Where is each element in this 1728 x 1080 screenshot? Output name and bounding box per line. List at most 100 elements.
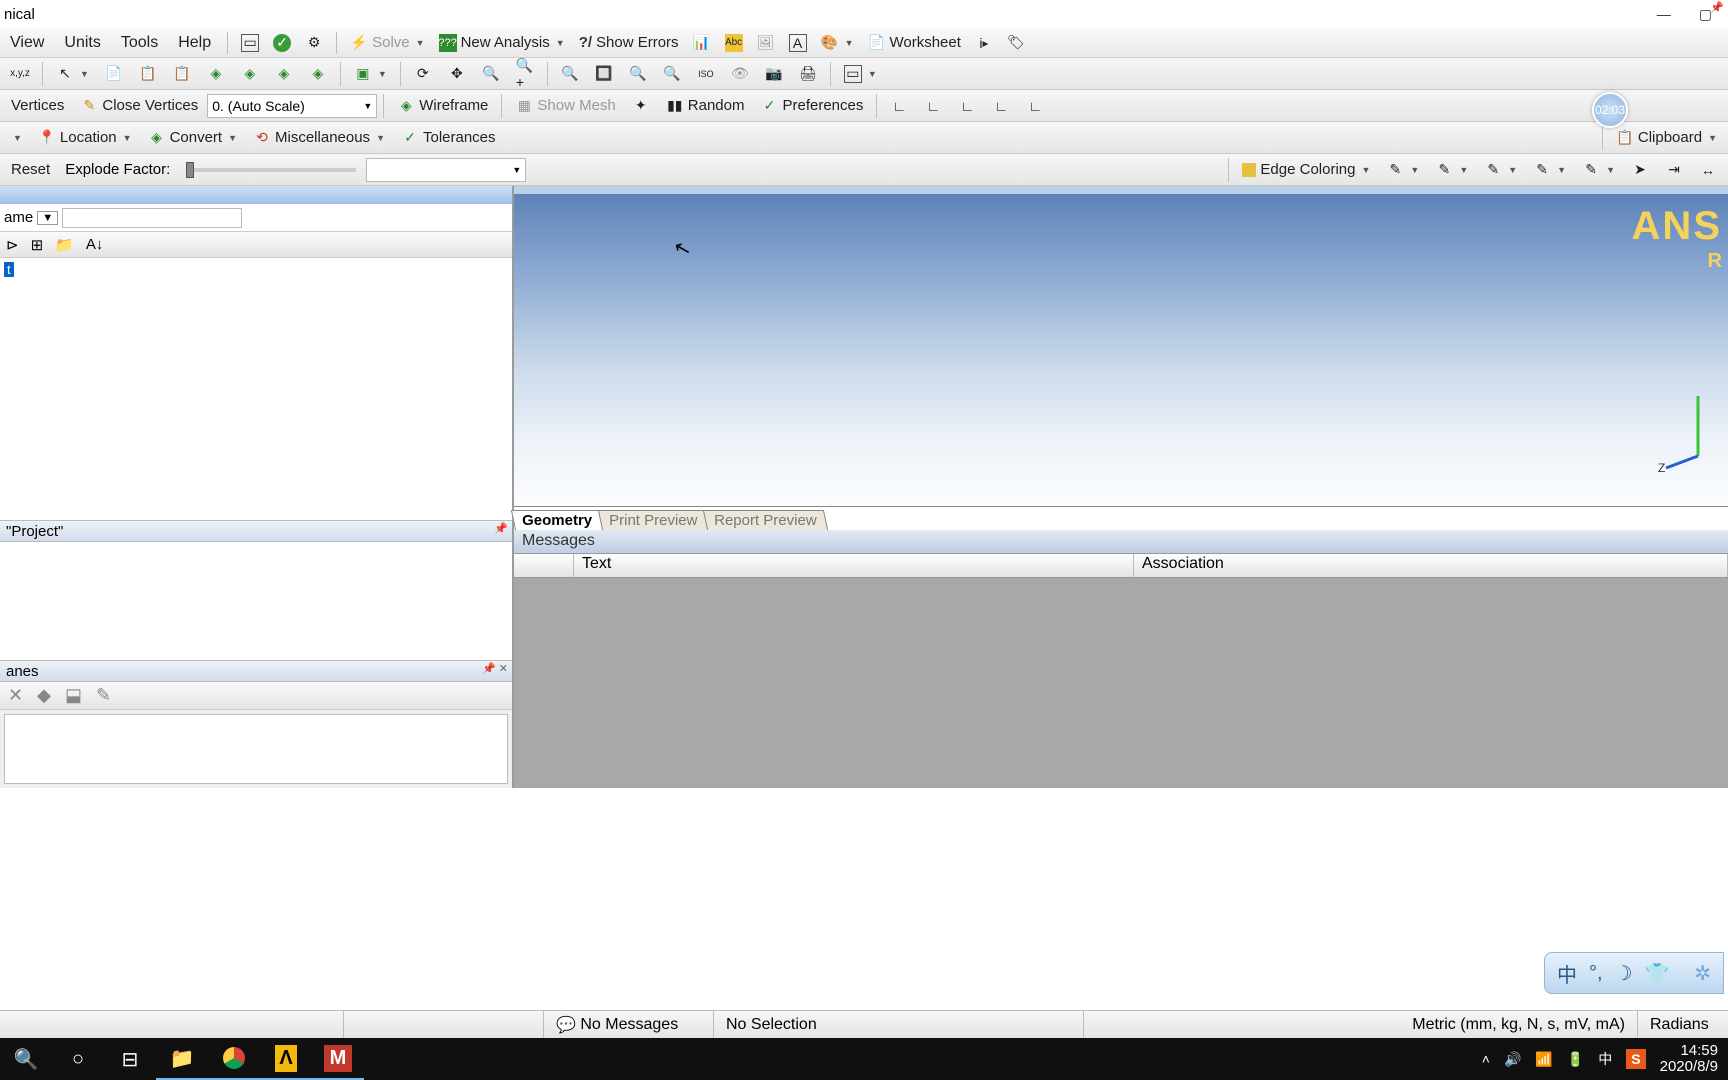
toolbar-icon-d[interactable]: A xyxy=(782,30,814,56)
arrow-tool[interactable]: ➤ xyxy=(1624,157,1656,183)
fit-button[interactable]: 🔍 xyxy=(554,61,586,87)
pan-button[interactable]: ✥ xyxy=(441,61,473,87)
reset-button[interactable]: Reset xyxy=(4,157,57,183)
info-probe[interactable]: i▸ xyxy=(968,30,1000,56)
tree-folder[interactable]: 📁 xyxy=(55,236,74,254)
menu-units[interactable]: Units xyxy=(54,34,110,52)
taskbar-taskview[interactable]: ⊟ xyxy=(104,1038,156,1080)
tray-chevron[interactable]: ˄ xyxy=(1482,1051,1490,1067)
explode-combo[interactable]: ▼ xyxy=(366,158,526,182)
ime-cn[interactable]: 中 xyxy=(1557,959,1577,988)
zoomin-button[interactable]: 🔍+ xyxy=(509,61,541,87)
pen1[interactable]: ✎▼ xyxy=(1379,157,1426,183)
panes-pin[interactable]: 📌 ✕ xyxy=(482,662,508,675)
iso-button[interactable]: ISO xyxy=(690,61,722,87)
pin-icon[interactable]: 📌 xyxy=(1710,1,1724,14)
solve-button[interactable]: ⚡Solve▼ xyxy=(343,30,431,56)
details-pin[interactable]: 📌 xyxy=(494,522,508,535)
prev-button[interactable]: 🔍 xyxy=(622,61,654,87)
tab-geometry[interactable]: Geometry xyxy=(511,510,603,530)
viewport-3d[interactable]: ANS R Z ↖ xyxy=(514,186,1728,506)
axis2[interactable]: ∟ xyxy=(917,93,949,119)
taskbar-ansys[interactable]: Λ xyxy=(260,1038,312,1080)
taskbar-explorer[interactable]: 📁 xyxy=(156,1038,208,1080)
show-errors-button[interactable]: ?/Show Errors xyxy=(572,30,686,56)
copy-button[interactable]: 📋 xyxy=(132,61,164,87)
xyz-button[interactable]: x,y,z xyxy=(4,61,36,87)
toolbar-icon-a[interactable]: 📊 xyxy=(686,30,718,56)
cube2-button[interactable]: ◈ xyxy=(234,61,266,87)
tray-clock[interactable]: 14:59 2020/8/9 xyxy=(1660,1043,1718,1076)
panes-del[interactable]: ✕ xyxy=(8,685,23,706)
tree-sort[interactable]: A↓ xyxy=(86,236,104,253)
scale-combo[interactable]: 0. (Auto Scale)▼ xyxy=(207,94,377,118)
random-button[interactable]: ▮▮Random xyxy=(659,93,752,119)
axis5[interactable]: ∟ xyxy=(1019,93,1051,119)
ime-panel[interactable]: 中 °, ☽ 👕 ✲ xyxy=(1544,952,1724,994)
toolbar-icon-1[interactable]: ▭ xyxy=(234,30,266,56)
menu-help[interactable]: Help xyxy=(168,34,221,52)
tree-expand[interactable]: ⊳ xyxy=(6,236,19,254)
worksheet-button[interactable]: 📄Worksheet xyxy=(860,30,967,56)
paste-button[interactable]: 📋 xyxy=(166,61,198,87)
windows-taskbar[interactable]: 🔍 ○ ⊟ 📁 Λ M ˄ 🔊 📶 🔋 中 S 14:59 2020/8/9 xyxy=(0,1038,1728,1080)
dd1[interactable]: ▼ xyxy=(4,125,29,151)
pen2[interactable]: ✎▼ xyxy=(1428,157,1475,183)
panes-shape[interactable]: ◆ xyxy=(37,685,51,706)
outline-tree[interactable]: t xyxy=(0,258,512,520)
clipboard-button[interactable]: 📋Clipboard▼ xyxy=(1609,125,1724,151)
rotate-button[interactable]: ⟳ xyxy=(407,61,439,87)
cube1-button[interactable]: ◈ xyxy=(200,61,232,87)
minimize-button[interactable]: — xyxy=(1657,6,1671,23)
tolerances-button[interactable]: ✓Tolerances xyxy=(394,125,503,151)
next-button[interactable]: 🔍 xyxy=(656,61,688,87)
misc-button[interactable]: ⟲Miscellaneous▼ xyxy=(246,125,392,151)
tray-ime[interactable]: 中 xyxy=(1598,1049,1612,1069)
cube4-button[interactable]: ◈ xyxy=(302,61,334,87)
select-button[interactable]: ↖▼ xyxy=(49,61,96,87)
preferences-button[interactable]: ✓Preferences xyxy=(753,93,870,119)
panes-t[interactable]: ⬓ xyxy=(65,685,82,706)
print-button[interactable]: 🖨 xyxy=(792,61,824,87)
taskbar-search[interactable]: 🔍 xyxy=(0,1038,52,1080)
pen3[interactable]: ✎▼ xyxy=(1477,157,1524,183)
tray-volume[interactable]: 🔊 xyxy=(1504,1051,1521,1068)
filter-input[interactable] xyxy=(62,208,242,228)
tree-root[interactable]: t xyxy=(4,262,14,277)
zoom-button[interactable]: 🔍 xyxy=(475,61,507,87)
toolbar-icon-e[interactable]: 🎨▼ xyxy=(814,30,861,56)
toolbar-icon-c[interactable]: 🖼 xyxy=(750,30,782,56)
cam-button[interactable]: 📷 xyxy=(758,61,790,87)
toolbar-wiz[interactable]: ⚙ xyxy=(298,30,330,56)
cube3-button[interactable]: ◈ xyxy=(268,61,300,87)
align-tool[interactable]: ⇥ xyxy=(1658,157,1690,183)
show-mesh-button[interactable]: ▦Show Mesh xyxy=(508,93,622,119)
pen4[interactable]: ✎▼ xyxy=(1526,157,1573,183)
tray-sogou[interactable]: S xyxy=(1626,1049,1645,1069)
tray-battery[interactable]: 🔋 xyxy=(1567,1051,1584,1068)
panes-brush[interactable]: ✎ xyxy=(96,685,111,706)
spark-button[interactable]: ✦ xyxy=(625,93,657,119)
ime-shirt[interactable]: 👕 xyxy=(1645,961,1670,986)
taskbar-chrome[interactable] xyxy=(208,1038,260,1080)
new-analysis-button[interactable]: ???New Analysis▼ xyxy=(432,30,572,56)
vertices-button[interactable]: Vertices xyxy=(4,93,71,119)
toolbar-icon-b[interactable]: Abc xyxy=(718,30,750,56)
location-button[interactable]: 📍Location▼ xyxy=(31,125,139,151)
tag-button[interactable]: 🏷 xyxy=(1000,30,1032,56)
axis1[interactable]: ∟ xyxy=(883,93,915,119)
tree-plus[interactable]: ⊞ xyxy=(31,236,44,254)
pen5[interactable]: ✎▼ xyxy=(1575,157,1622,183)
convert-button[interactable]: ◈Convert▼ xyxy=(141,125,244,151)
taskbar-app-m[interactable]: M xyxy=(312,1038,364,1080)
zoombox-button[interactable]: 🔲 xyxy=(588,61,620,87)
explode-slider[interactable] xyxy=(186,168,356,172)
box-button[interactable]: ▣▼ xyxy=(347,61,394,87)
edge-coloring-button[interactable]: Edge Coloring▼ xyxy=(1235,157,1377,183)
tray-wifi[interactable]: 📶 xyxy=(1535,1051,1552,1068)
axis4[interactable]: ∟ xyxy=(985,93,1017,119)
new-button[interactable]: 📄 xyxy=(98,61,130,87)
ime-dot[interactable]: °, xyxy=(1589,962,1603,985)
window-button[interactable]: ▭▼ xyxy=(837,61,884,87)
menu-view[interactable]: View xyxy=(0,34,54,52)
